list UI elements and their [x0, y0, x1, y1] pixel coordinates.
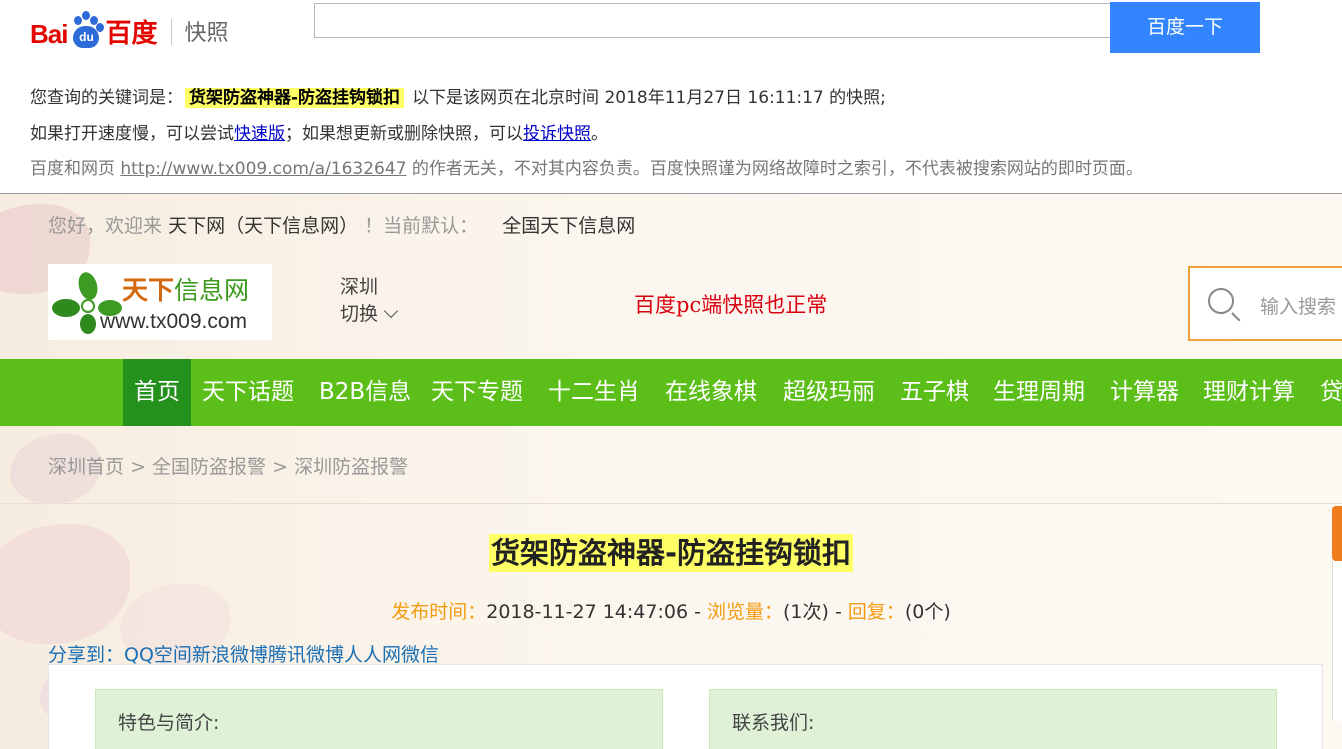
publish-time: 2018-11-27 14:47:06 [486, 601, 689, 623]
side-float-panel [1332, 561, 1342, 721]
snapshot-info-line: 您查询的关键词是： 货架防盗神器-防盗挂钩锁扣 以下是该网页在北京时间 2018年1… [30, 83, 886, 108]
disclaimer-line: 百度和网页 http://www.tx009.com/a/1632647 的作者… [30, 154, 1143, 179]
baidu-logo[interactable]: Bai du 百度 快照 [30, 6, 229, 50]
nav-item-b2b[interactable]: B2B信息 [319, 359, 411, 426]
reply-count: (0个) [904, 601, 951, 623]
source-url-link[interactable]: http://www.tx009.com/a/1632647 [120, 159, 406, 179]
keyword-prefix: 您查询的关键词是： [30, 88, 183, 108]
snapshot-time-text: 以下是该网页在北京时间 2018年11月27日 16:11:17 的快照; [412, 88, 886, 108]
publish-label: 发布时间： [391, 601, 487, 623]
logo-du-text: du [73, 26, 100, 48]
options-text-c: 。 [591, 124, 608, 144]
breadcrumb-item-city[interactable]: 深圳首页 [48, 456, 124, 478]
site-logo-url: www.tx009.com [100, 310, 248, 333]
search-input[interactable] [314, 3, 1112, 38]
site-search-placeholder: 输入搜索 [1260, 296, 1337, 318]
site-logo[interactable]: 天下信息网 www.tx009.com [48, 264, 272, 340]
welcome-text: 您好，欢迎来 [48, 215, 163, 237]
complaint-link[interactable]: 投诉快照 [523, 124, 591, 144]
keyword-highlight: 货架防盗神器-防盗挂钩锁扣 [185, 88, 405, 108]
content-box: 特色与简介: 联系我们: [48, 664, 1323, 749]
nav-item-gomoku[interactable]: 五子棋 [900, 359, 969, 426]
options-text-a: 如果打开速度慢，可以尝试 [30, 124, 234, 144]
meta-separator: - [688, 601, 707, 623]
snapshot-options-line: 如果打开速度慢，可以尝试快速版；如果想更新或删除快照，可以投诉快照。 [30, 119, 608, 144]
share-renren-link[interactable]: 人人网 [344, 644, 401, 666]
breadcrumb-item-local[interactable]: 深圳防盗报警 [294, 456, 408, 478]
city-name: 深圳 [340, 276, 379, 298]
nav-item-specials[interactable]: 天下专题 [431, 359, 523, 426]
logo-baidu-text: 百度 [105, 19, 158, 49]
chevron-down-icon [383, 303, 399, 319]
logo-bai-text: Bai [30, 19, 68, 49]
welcome-bar: 您好，欢迎来 天下网（天下信息网） ！当前默认： 全国天下信息网 [48, 211, 635, 238]
share-sina-weibo-link[interactable]: 新浪微博 [192, 644, 268, 666]
disclaimer-text-b: 的作者无关，不对其内容负责。百度快照谨为网络故障时之索引，不代表被搜索网站的即时… [411, 159, 1143, 179]
logo-xinxi: 信息网 [174, 276, 250, 305]
breadcrumb-divider [0, 503, 1342, 504]
nav-item-finance[interactable]: 理财计算 [1203, 359, 1295, 426]
features-panel-title: 特色与简介: [118, 712, 220, 734]
welcome-default-label: ！当前默认： [364, 215, 479, 237]
share-qzone-link[interactable]: QQ空间 [124, 644, 192, 666]
disclaimer-text-a: 百度和网页 [30, 159, 115, 179]
share-wechat-link[interactable]: 微信 [401, 644, 439, 666]
city-switch-label: 切换 [340, 303, 379, 325]
article-title-row: 货架防盗神器-防盗挂钩锁扣 [0, 530, 1342, 572]
welcome-default-site[interactable]: 全国天下信息网 [502, 215, 635, 237]
nav-item-loan[interactable]: 贷 [1320, 359, 1342, 426]
site-logo-name: 天下信息网 [122, 270, 249, 307]
share-label: 分享到： [48, 644, 125, 666]
city-selector[interactable]: 深圳 切换 [340, 274, 399, 328]
share-bar: 分享到：QQ空间新浪微博腾讯微博人人网微信 [48, 640, 439, 667]
meta-separator: - [828, 601, 848, 623]
views-label: 浏览量： [706, 601, 783, 623]
site-search-box[interactable]: 输入搜索 [1188, 266, 1342, 341]
article-meta: 发布时间：2018-11-27 14:47:06 - 浏览量：(1次) - 回复… [0, 597, 1342, 624]
nav-item-mario[interactable]: 超级玛丽 [783, 359, 875, 426]
logo-kuaizhao-text: 快照 [184, 21, 229, 46]
breadcrumb-separator: > [272, 456, 289, 478]
reply-label: 回复： [847, 601, 905, 623]
views-count: (1次) [782, 601, 829, 623]
share-tencent-weibo-link[interactable]: 腾讯微博 [268, 644, 344, 666]
snapshot-page: 您好，欢迎来 天下网（天下信息网） ！当前默认： 全国天下信息网 天下信息网 w… [0, 194, 1342, 749]
contact-panel: 联系我们: [709, 689, 1277, 749]
main-nav: 首页 天下话题 B2B信息 天下专题 十二生肖 在线象棋 超级玛丽 五子棋 生理… [0, 359, 1342, 426]
baidu-paw-icon: du [68, 10, 105, 50]
search-icon[interactable] [1208, 288, 1234, 314]
nav-item-chess[interactable]: 在线象棋 [665, 359, 757, 426]
nav-item-topics[interactable]: 天下话题 [202, 359, 294, 426]
welcome-site-name[interactable]: 天下网（天下信息网） [168, 215, 358, 237]
logo-divider [171, 19, 173, 45]
nav-item-zodiac[interactable]: 十二生肖 [548, 359, 640, 426]
nav-item-cycle[interactable]: 生理周期 [993, 359, 1085, 426]
breadcrumb: 深圳首页 > 全国防盗报警 > 深圳防盗报警 [48, 452, 408, 479]
fast-version-link[interactable]: 快速版 [234, 124, 285, 144]
article-title: 货架防盗神器-防盗挂钩锁扣 [488, 534, 854, 572]
logo-tianxia: 天下 [122, 276, 175, 306]
nav-item-calculator[interactable]: 计算器 [1110, 359, 1179, 426]
overlay-note: 百度pc端快照也正常 [634, 293, 828, 317]
breadcrumb-item-national[interactable]: 全国防盗报警 [152, 456, 266, 478]
features-panel: 特色与简介: [95, 689, 663, 749]
breadcrumb-separator: > [130, 456, 146, 478]
baidu-header: Bai du 百度 快照 百度一下 [0, 0, 1342, 60]
contact-panel-title: 联系我们: [732, 712, 815, 734]
nav-item-home[interactable]: 首页 [123, 359, 191, 426]
options-text-b: ；如果想更新或删除快照，可以 [285, 124, 523, 144]
search-button[interactable]: 百度一下 [1110, 2, 1260, 53]
